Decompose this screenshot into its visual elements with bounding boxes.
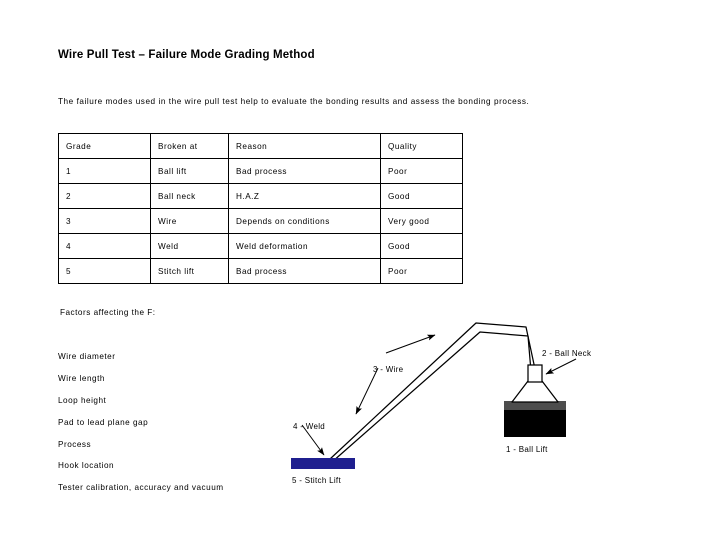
- cell-broken-at: Ball neck: [150, 183, 229, 209]
- table-row: 4 Weld Weld deformation Good: [58, 233, 463, 259]
- cell-broken-at: Ball lift: [150, 158, 229, 184]
- page-title: Wire Pull Test – Failure Mode Grading Me…: [58, 49, 315, 61]
- leader-wire-upper: [385, 334, 436, 354]
- diagram-label-ball-neck: 2 - Ball Neck: [542, 349, 592, 358]
- ball-bond-stack: [504, 364, 566, 437]
- cell-quality: Good: [380, 183, 463, 209]
- cell-broken-at: Weld: [150, 233, 229, 259]
- cell-quality: Poor: [380, 258, 463, 284]
- cell-broken-at: Stitch lift: [150, 258, 229, 284]
- table-row: 1 Ball lift Bad process Poor: [58, 158, 463, 184]
- diagram-label-wire: 3 - Wire: [373, 365, 404, 374]
- factor-item: Hook location: [58, 461, 115, 470]
- factor-item: Wire length: [58, 374, 105, 383]
- slide-canvas: Wire Pull Test – Failure Mode Grading Me…: [0, 0, 720, 540]
- table-row: 3 Wire Depends on conditions Very good: [58, 208, 463, 234]
- failure-mode-grading-table: Grade Broken at Reason Quality 1 Ball li…: [58, 133, 463, 284]
- wire-loop-graphic: [329, 322, 539, 463]
- diagram-label-stitch-lift: 5 - Stitch Lift: [292, 476, 341, 485]
- factor-item: Wire diameter: [58, 352, 116, 361]
- factor-item: Pad to lead plane gap: [58, 418, 149, 427]
- intro-paragraph: The failure modes used in the wire pull …: [58, 97, 530, 106]
- cell-grade: 1: [58, 158, 151, 184]
- cell-reason: H.A.Z: [228, 183, 381, 209]
- table-row: 5 Stitch lift Bad process Poor: [58, 258, 463, 284]
- diagram-label-ball-lift: 1 - Ball Lift: [506, 445, 548, 454]
- column-header-broken-at: Broken at: [150, 133, 229, 159]
- column-header-quality: Quality: [380, 133, 463, 159]
- factors-heading: Factors affecting the F:: [60, 308, 156, 317]
- factor-item: Loop height: [58, 396, 107, 405]
- cell-reason: Bad process: [228, 258, 381, 284]
- die-block: [504, 409, 566, 437]
- cell-broken-at: Wire: [150, 208, 229, 234]
- ball-bond: [511, 380, 559, 403]
- column-header-reason: Reason: [228, 133, 381, 159]
- cell-grade: 5: [58, 258, 151, 284]
- stitch-lift-bar: [291, 458, 355, 469]
- wire-bond-diagram: 3 - Wire 2 - Ball Neck 4 - Weld 1 - Ball…: [280, 305, 640, 510]
- leader-ball-neck: [545, 358, 577, 375]
- cell-reason: Weld deformation: [228, 233, 381, 259]
- diagram-label-weld: 4 - Weld: [293, 422, 325, 431]
- column-header-grade: Grade: [58, 133, 151, 159]
- table-row: 2 Ball neck H.A.Z Good: [58, 183, 463, 209]
- cell-grade: 2: [58, 183, 151, 209]
- leader-wire-lower: [355, 367, 379, 415]
- cell-quality: Good: [380, 233, 463, 259]
- cell-reason: Bad process: [228, 158, 381, 184]
- cell-quality: Very good: [380, 208, 463, 234]
- ball-neck: [527, 364, 543, 383]
- factor-item: Tester calibration, accuracy and vacuum: [58, 483, 224, 492]
- cell-grade: 4: [58, 233, 151, 259]
- cell-reason: Depends on conditions: [228, 208, 381, 234]
- factor-item: Process: [58, 440, 92, 449]
- table-header-row: Grade Broken at Reason Quality: [58, 133, 463, 159]
- cell-grade: 3: [58, 208, 151, 234]
- cell-quality: Poor: [380, 158, 463, 184]
